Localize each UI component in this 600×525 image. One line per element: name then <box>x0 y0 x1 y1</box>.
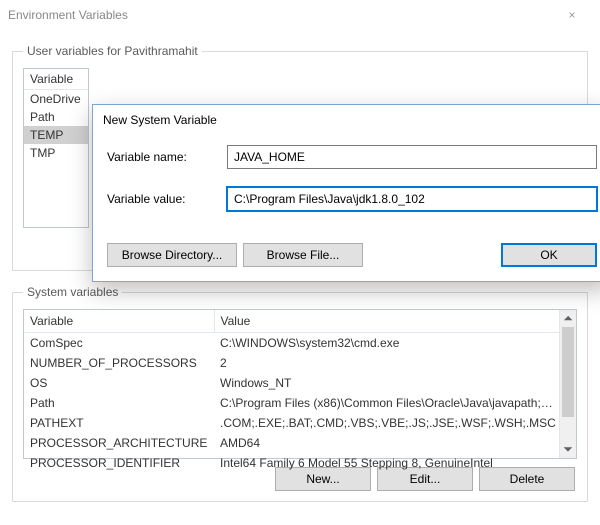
sys-var-value: .COM;.EXE;.BAT;.CMD;.VBS;.VBE;.JS;.JSE;.… <box>214 413 576 433</box>
system-variables-legend: System variables <box>23 285 122 299</box>
dialog-buttons-row: Browse Directory... Browse File... OK <box>93 243 600 281</box>
table-row[interactable]: PROCESSOR_ARCHITECTUREAMD64 <box>24 433 576 453</box>
variable-value-input[interactable] <box>227 187 597 211</box>
table-row[interactable]: ComSpecC:\WINDOWS\system32\cmd.exe <box>24 333 576 354</box>
scroll-up-icon[interactable]: ⏶ <box>560 310 576 327</box>
table-row[interactable]: PATHEXT.COM;.EXE;.BAT;.CMD;.VBS;.VBE;.JS… <box>24 413 576 433</box>
titlebar: Environment Variables × <box>0 0 600 30</box>
variable-name-input[interactable] <box>227 145 597 169</box>
sys-var-name: PROCESSOR_IDENTIFIER <box>24 453 214 473</box>
variable-name-label: Variable name: <box>107 150 227 164</box>
spacer <box>369 243 495 267</box>
window-content: User variables for Pavithramahit Variabl… <box>0 30 600 525</box>
sys-var-value: C:\Program Files (x86)\Common Files\Orac… <box>214 393 576 413</box>
variable-value-row: Variable value: <box>107 187 597 211</box>
dialog-title: New System Variable <box>93 105 600 131</box>
dialog-body: Variable name: Variable value: <box>93 131 600 243</box>
table-row[interactable]: NUMBER_OF_PROCESSORS2 <box>24 353 576 373</box>
sys-var-name: PROCESSOR_ARCHITECTURE <box>24 433 214 453</box>
sys-var-value: Windows_NT <box>214 373 576 393</box>
scroll-track[interactable] <box>560 327 576 441</box>
sys-var-name: Path <box>24 393 214 413</box>
sys-var-value: Intel64 Family 6 Model 55 Stepping 8, Ge… <box>214 453 576 473</box>
ok-button[interactable]: OK <box>501 243 597 267</box>
table-row[interactable]: OSWindows_NT <box>24 373 576 393</box>
sys-var-name: PATHEXT <box>24 413 214 433</box>
user-list-item[interactable]: TEMP <box>24 126 88 144</box>
table-row[interactable]: PathC:\Program Files (x86)\Common Files\… <box>24 393 576 413</box>
browse-directory-button[interactable]: Browse Directory... <box>107 243 237 267</box>
variable-name-row: Variable name: <box>107 145 597 169</box>
user-list-item[interactable]: TMP <box>24 144 88 162</box>
scroll-down-icon[interactable]: ⏷ <box>560 441 576 458</box>
user-variables-legend: User variables for Pavithramahit <box>23 44 202 58</box>
browse-file-button[interactable]: Browse File... <box>243 243 363 267</box>
scroll-thumb[interactable] <box>562 327 574 417</box>
close-icon[interactable]: × <box>552 0 592 30</box>
user-list-item[interactable]: Path <box>24 108 88 126</box>
system-variables-table-wrap: Variable Value ComSpecC:\WINDOWS\system3… <box>23 309 577 459</box>
system-variables-table[interactable]: Variable Value ComSpecC:\WINDOWS\system3… <box>24 310 576 473</box>
new-system-variable-dialog: New System Variable Variable name: Varia… <box>92 104 600 282</box>
user-list-item[interactable]: OneDrive <box>24 90 88 108</box>
sys-var-value: C:\WINDOWS\system32\cmd.exe <box>214 333 576 354</box>
variable-value-label: Variable value: <box>107 192 227 206</box>
window-title: Environment Variables <box>8 8 552 22</box>
user-variables-list[interactable]: Variable OneDrivePathTEMPTMP <box>23 68 89 228</box>
sys-var-value: AMD64 <box>214 433 576 453</box>
sys-var-name: NUMBER_OF_PROCESSORS <box>24 353 214 373</box>
table-row[interactable]: PROCESSOR_IDENTIFIERIntel64 Family 6 Mod… <box>24 453 576 473</box>
sys-var-name: OS <box>24 373 214 393</box>
system-scrollbar[interactable]: ⏶ ⏷ <box>559 310 576 458</box>
sys-header-variable[interactable]: Variable <box>24 310 214 333</box>
sys-var-name: ComSpec <box>24 333 214 354</box>
sys-header-value[interactable]: Value <box>214 310 576 333</box>
user-list-header-variable[interactable]: Variable <box>24 69 88 90</box>
env-vars-window: Environment Variables × User variables f… <box>0 0 600 525</box>
sys-var-value: 2 <box>214 353 576 373</box>
system-variables-group: System variables Variable Value ComSpecC… <box>12 285 588 502</box>
